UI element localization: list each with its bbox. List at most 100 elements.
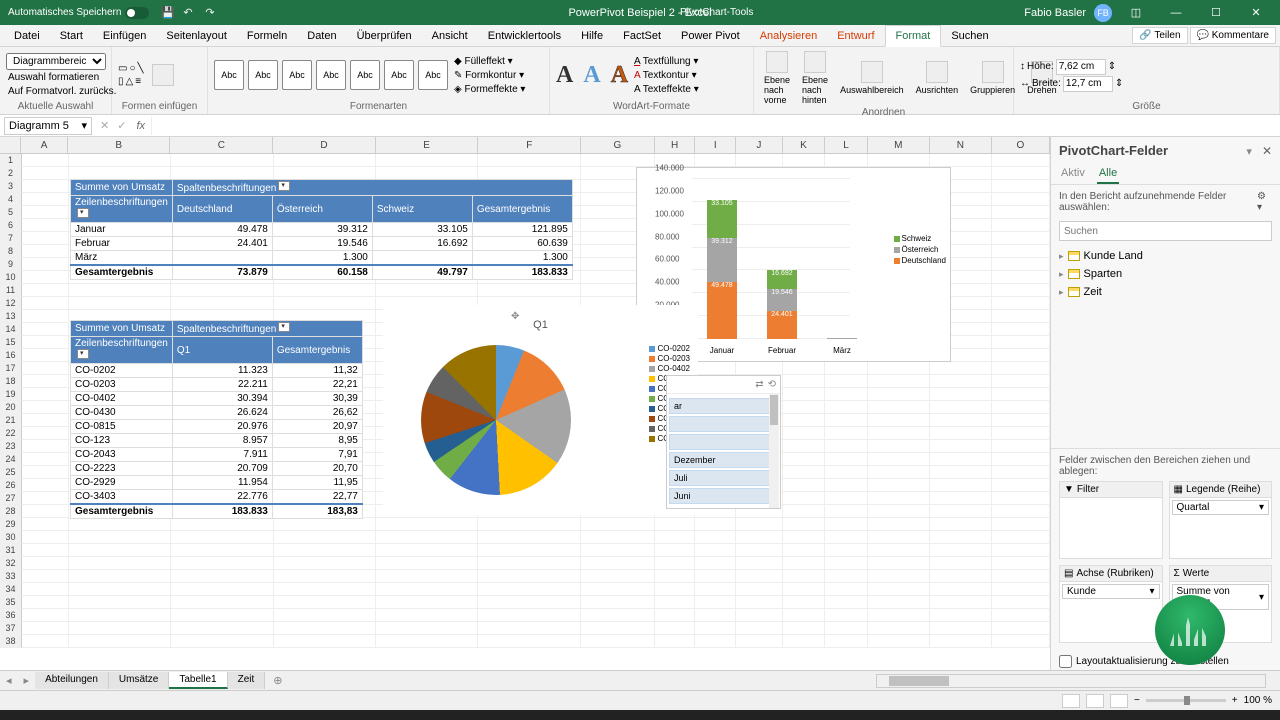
column-header[interactable]: A: [21, 137, 68, 153]
fields-tab-active[interactable]: Aktiv: [1059, 164, 1087, 184]
shape-oval-icon[interactable]: ○: [129, 63, 135, 74]
row-header[interactable]: 19: [0, 388, 22, 401]
column-header[interactable]: I: [695, 137, 736, 153]
pivot-table-1[interactable]: Summe von UmsatzSpaltenbeschriftungen Ze…: [70, 179, 573, 280]
maximize-icon[interactable]: ☐: [1200, 0, 1232, 25]
slicer-item[interactable]: [669, 416, 778, 432]
row-header[interactable]: 12: [0, 297, 22, 310]
formula-input[interactable]: [151, 117, 1280, 135]
pane-options-icon[interactable]: ▾: [1246, 146, 1252, 158]
gear-icon[interactable]: ⚙ ▾: [1257, 191, 1272, 213]
ribbon-tab[interactable]: Power Pivot: [671, 26, 750, 46]
zoom-level[interactable]: 100 %: [1244, 695, 1272, 706]
row-header[interactable]: 9: [0, 258, 22, 271]
ribbon-tab[interactable]: FactSet: [613, 26, 671, 46]
row-header[interactable]: 5: [0, 206, 22, 219]
row-header[interactable]: 2: [0, 167, 22, 180]
filter-icon[interactable]: [77, 349, 89, 359]
row-header[interactable]: 23: [0, 440, 22, 453]
reset-style-button[interactable]: Auf Formatvorl. zurücks.: [6, 85, 118, 98]
ribbon-tab[interactable]: Format: [885, 25, 942, 47]
text-fill-button[interactable]: A Textfüllung ▾: [632, 55, 701, 68]
zoom-in-icon[interactable]: +: [1232, 695, 1238, 706]
ribbon-tab[interactable]: Überprüfen: [347, 26, 422, 46]
wordart-gallery[interactable]: AAA: [556, 62, 628, 89]
sheet-tab[interactable]: Umsätze: [109, 672, 169, 689]
ribbon-tab[interactable]: Seitenlayout: [156, 26, 237, 46]
row-header[interactable]: 35: [0, 596, 22, 609]
slicer-item[interactable]: ar: [669, 398, 778, 414]
sheet-tab[interactable]: Abteilungen: [35, 672, 109, 689]
autosave-toggle[interactable]: Automatisches Speichern: [8, 7, 149, 19]
sheet-tab[interactable]: Zeit: [228, 672, 266, 689]
share-button[interactable]: 🔗 Teilen: [1132, 27, 1187, 44]
arrange-button[interactable]: Ebene nach hinten: [798, 49, 832, 107]
column-header[interactable]: O: [992, 137, 1050, 153]
column-header[interactable]: H: [655, 137, 696, 153]
name-box[interactable]: Diagramm 5▾: [4, 117, 92, 135]
spreadsheet-grid[interactable]: ABCDEFGHIJKLMNO 123456789101112131415161…: [0, 137, 1050, 674]
ribbon-tab[interactable]: Hilfe: [571, 26, 613, 46]
shape-rect-icon[interactable]: ▭: [118, 63, 127, 74]
field-table[interactable]: Zeit: [1059, 283, 1272, 301]
row-header[interactable]: 17: [0, 362, 22, 375]
field-search-input[interactable]: [1059, 221, 1272, 241]
page-break-view-icon[interactable]: [1110, 694, 1128, 708]
row-header[interactable]: 13: [0, 310, 22, 323]
arrange-button[interactable]: Gruppieren: [966, 59, 1019, 97]
row-header[interactable]: 37: [0, 622, 22, 635]
ribbon-tab[interactable]: Ansicht: [422, 26, 478, 46]
enter-icon[interactable]: ✓: [113, 119, 130, 132]
ribbon-tab[interactable]: Entwicklertools: [478, 26, 571, 46]
scrollbar[interactable]: [769, 394, 779, 508]
add-sheet-icon[interactable]: ⊕: [265, 674, 290, 687]
sheet-tab[interactable]: Tabelle1: [169, 672, 227, 689]
row-header[interactable]: 34: [0, 583, 22, 596]
row-header[interactable]: 10: [0, 271, 22, 284]
row-header[interactable]: 21: [0, 414, 22, 427]
change-shape-button[interactable]: [148, 62, 178, 88]
undo-icon[interactable]: ↶: [183, 6, 197, 20]
column-header[interactable]: M: [868, 137, 930, 153]
column-header[interactable]: E: [376, 137, 479, 153]
shape-outline-button[interactable]: ✎ Formkontur ▾: [452, 69, 527, 82]
row-header[interactable]: 6: [0, 219, 22, 232]
height-input[interactable]: [1056, 59, 1106, 75]
row-header[interactable]: 8: [0, 245, 22, 258]
stepper-icon[interactable]: ⇕: [1115, 78, 1123, 89]
row-header[interactable]: 36: [0, 609, 22, 622]
slicer-item[interactable]: Juni: [669, 488, 778, 504]
multi-select-icon[interactable]: ⇄: [755, 379, 763, 390]
filter-icon[interactable]: [278, 322, 290, 332]
row-header[interactable]: 3: [0, 180, 22, 193]
zoom-out-icon[interactable]: −: [1134, 695, 1140, 706]
arrange-button[interactable]: Ausrichten: [912, 59, 963, 97]
save-icon[interactable]: 💾: [161, 6, 175, 20]
row-header[interactable]: 11: [0, 284, 22, 297]
user-avatar[interactable]: FB: [1094, 4, 1112, 22]
field-table[interactable]: Kunde Land: [1059, 247, 1272, 265]
arrange-button[interactable]: Auswahlbereich: [836, 59, 908, 97]
text-outline-button[interactable]: A Textkontur ▾: [632, 69, 701, 82]
ribbon-tab[interactable]: Daten: [297, 26, 346, 46]
column-header[interactable]: J: [736, 137, 783, 153]
shape-more-icon[interactable]: ≡: [135, 76, 141, 87]
row-header[interactable]: 7: [0, 232, 22, 245]
sheet-nav-next-icon[interactable]: ▸: [18, 674, 36, 687]
ribbon-mode-icon[interactable]: ◫: [1120, 0, 1152, 25]
row-header[interactable]: 20: [0, 401, 22, 414]
ribbon-tab[interactable]: Datei: [4, 26, 50, 46]
row-header[interactable]: 15: [0, 336, 22, 349]
pivot-table-2[interactable]: Summe von UmsatzSpaltenbeschriftungen Ze…: [70, 320, 363, 519]
row-header[interactable]: 22: [0, 427, 22, 440]
row-header[interactable]: 4: [0, 193, 22, 206]
row-header[interactable]: 1: [0, 154, 22, 167]
ribbon-tab[interactable]: Formeln: [237, 26, 297, 46]
arrange-button[interactable]: Ebene nach vorne: [760, 49, 794, 107]
ribbon-tab[interactable]: Entwurf: [827, 26, 884, 46]
filter-icon[interactable]: [278, 181, 290, 191]
column-header[interactable]: F: [478, 137, 581, 153]
row-header[interactable]: 28: [0, 505, 22, 518]
move-icon[interactable]: ✥: [511, 311, 519, 322]
toggle-switch-icon[interactable]: [125, 7, 149, 19]
